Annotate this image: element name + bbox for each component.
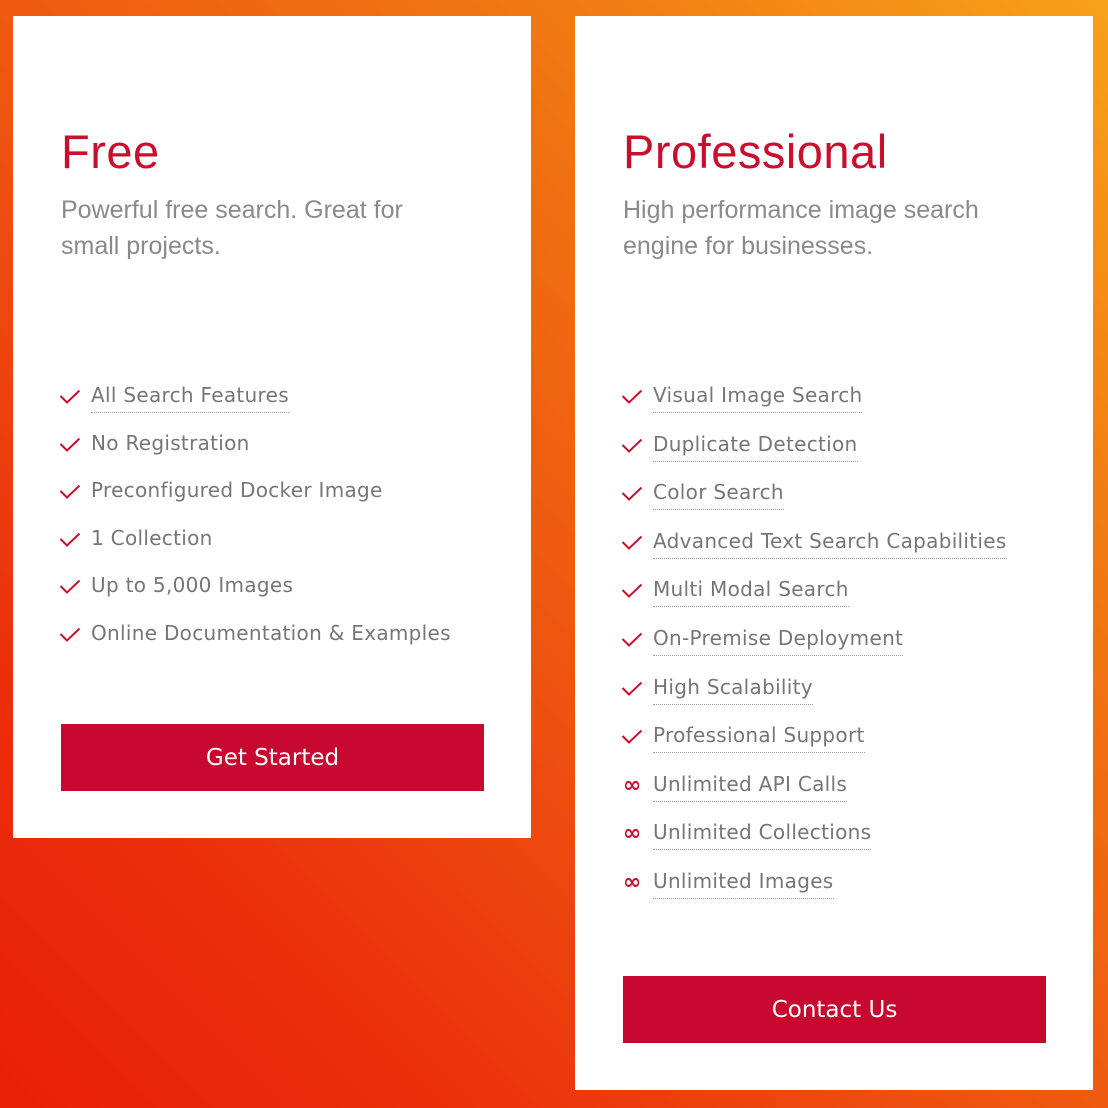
feature-item: Duplicate Detection [620,429,1007,478]
check-icon [620,628,644,652]
plan-title: Free [61,125,160,178]
feature-label: Preconfigured Docker Image [91,478,383,502]
check-icon [58,575,82,599]
check-icon [620,434,644,458]
infinity-icon: ∞ [622,869,642,895]
feature-item: Multi Modal Search [620,574,1007,623]
feature-label: High Scalability [653,672,813,705]
feature-item: Preconfigured Docker Image [58,475,451,523]
feature-item: Advanced Text Search Capabilities [620,526,1007,575]
pricing-card-professional: Professional High performance image sear… [575,16,1093,1090]
check-icon [620,385,644,409]
feature-label: Unlimited API Calls [653,769,848,802]
feature-item: ∞ Unlimited Collections [620,817,1007,866]
feature-label: Color Search [653,477,784,511]
feature-label: All Search Features [91,380,289,413]
infinity-icon: ∞ [622,772,642,798]
feature-item: High Scalability [620,672,1007,721]
feature-item: Up to 5,000 Images [58,570,451,618]
check-icon [620,677,644,701]
feature-item: On-Premise Deployment [620,623,1007,672]
feature-item: ∞ Unlimited Images [620,866,1007,915]
check-icon [620,725,644,749]
feature-item: All Search Features [58,380,451,428]
infinity-icon: ∞ [622,821,642,847]
feature-item: Online Documentation & Examples [58,618,451,666]
check-icon [620,531,644,555]
plan-description: Powerful free search. Great for small pr… [61,196,403,260]
feature-label: Professional Support [653,720,865,754]
feature-label: Unlimited Collections [653,817,872,851]
feature-list: Visual Image Search Duplicate Detection Co… [620,380,1007,915]
feature-label: Multi Modal Search [653,574,849,608]
check-icon [620,579,644,603]
contact-us-button[interactable]: Contact Us [623,976,1046,1043]
feature-list: All Search Features No Registration Precon… [58,380,451,665]
check-icon [620,482,644,506]
feature-item: Professional Support [620,720,1007,769]
feature-label: Duplicate Detection [653,429,858,462]
check-icon [58,480,82,504]
feature-label: Unlimited Images [653,866,834,899]
feature-label: Online Documentation & Examples [91,620,451,645]
plan-description: High performance image search engine for… [623,196,979,260]
feature-item: Visual Image Search [620,380,1007,429]
plan-title: Professional [623,125,888,178]
check-icon [58,623,82,647]
feature-label: No Registration [91,430,250,455]
get-started-button[interactable]: Get Started [61,724,484,791]
feature-label: Advanced Text Search Capabilities [653,526,1007,559]
feature-label: Visual Image Search [653,380,863,413]
check-icon [58,385,82,409]
pricing-card-free: Free Powerful free search. Great for sma… [13,16,531,838]
check-icon [58,433,82,457]
feature-label: On-Premise Deployment [653,623,904,656]
feature-item: ∞ Unlimited API Calls [620,769,1007,818]
feature-label: Up to 5,000 Images [91,573,294,597]
feature-item: 1 Collection [58,523,451,571]
feature-item: No Registration [58,428,451,476]
feature-item: Color Search [620,477,1007,526]
feature-label: 1 Collection [91,525,213,550]
check-icon [58,528,82,552]
